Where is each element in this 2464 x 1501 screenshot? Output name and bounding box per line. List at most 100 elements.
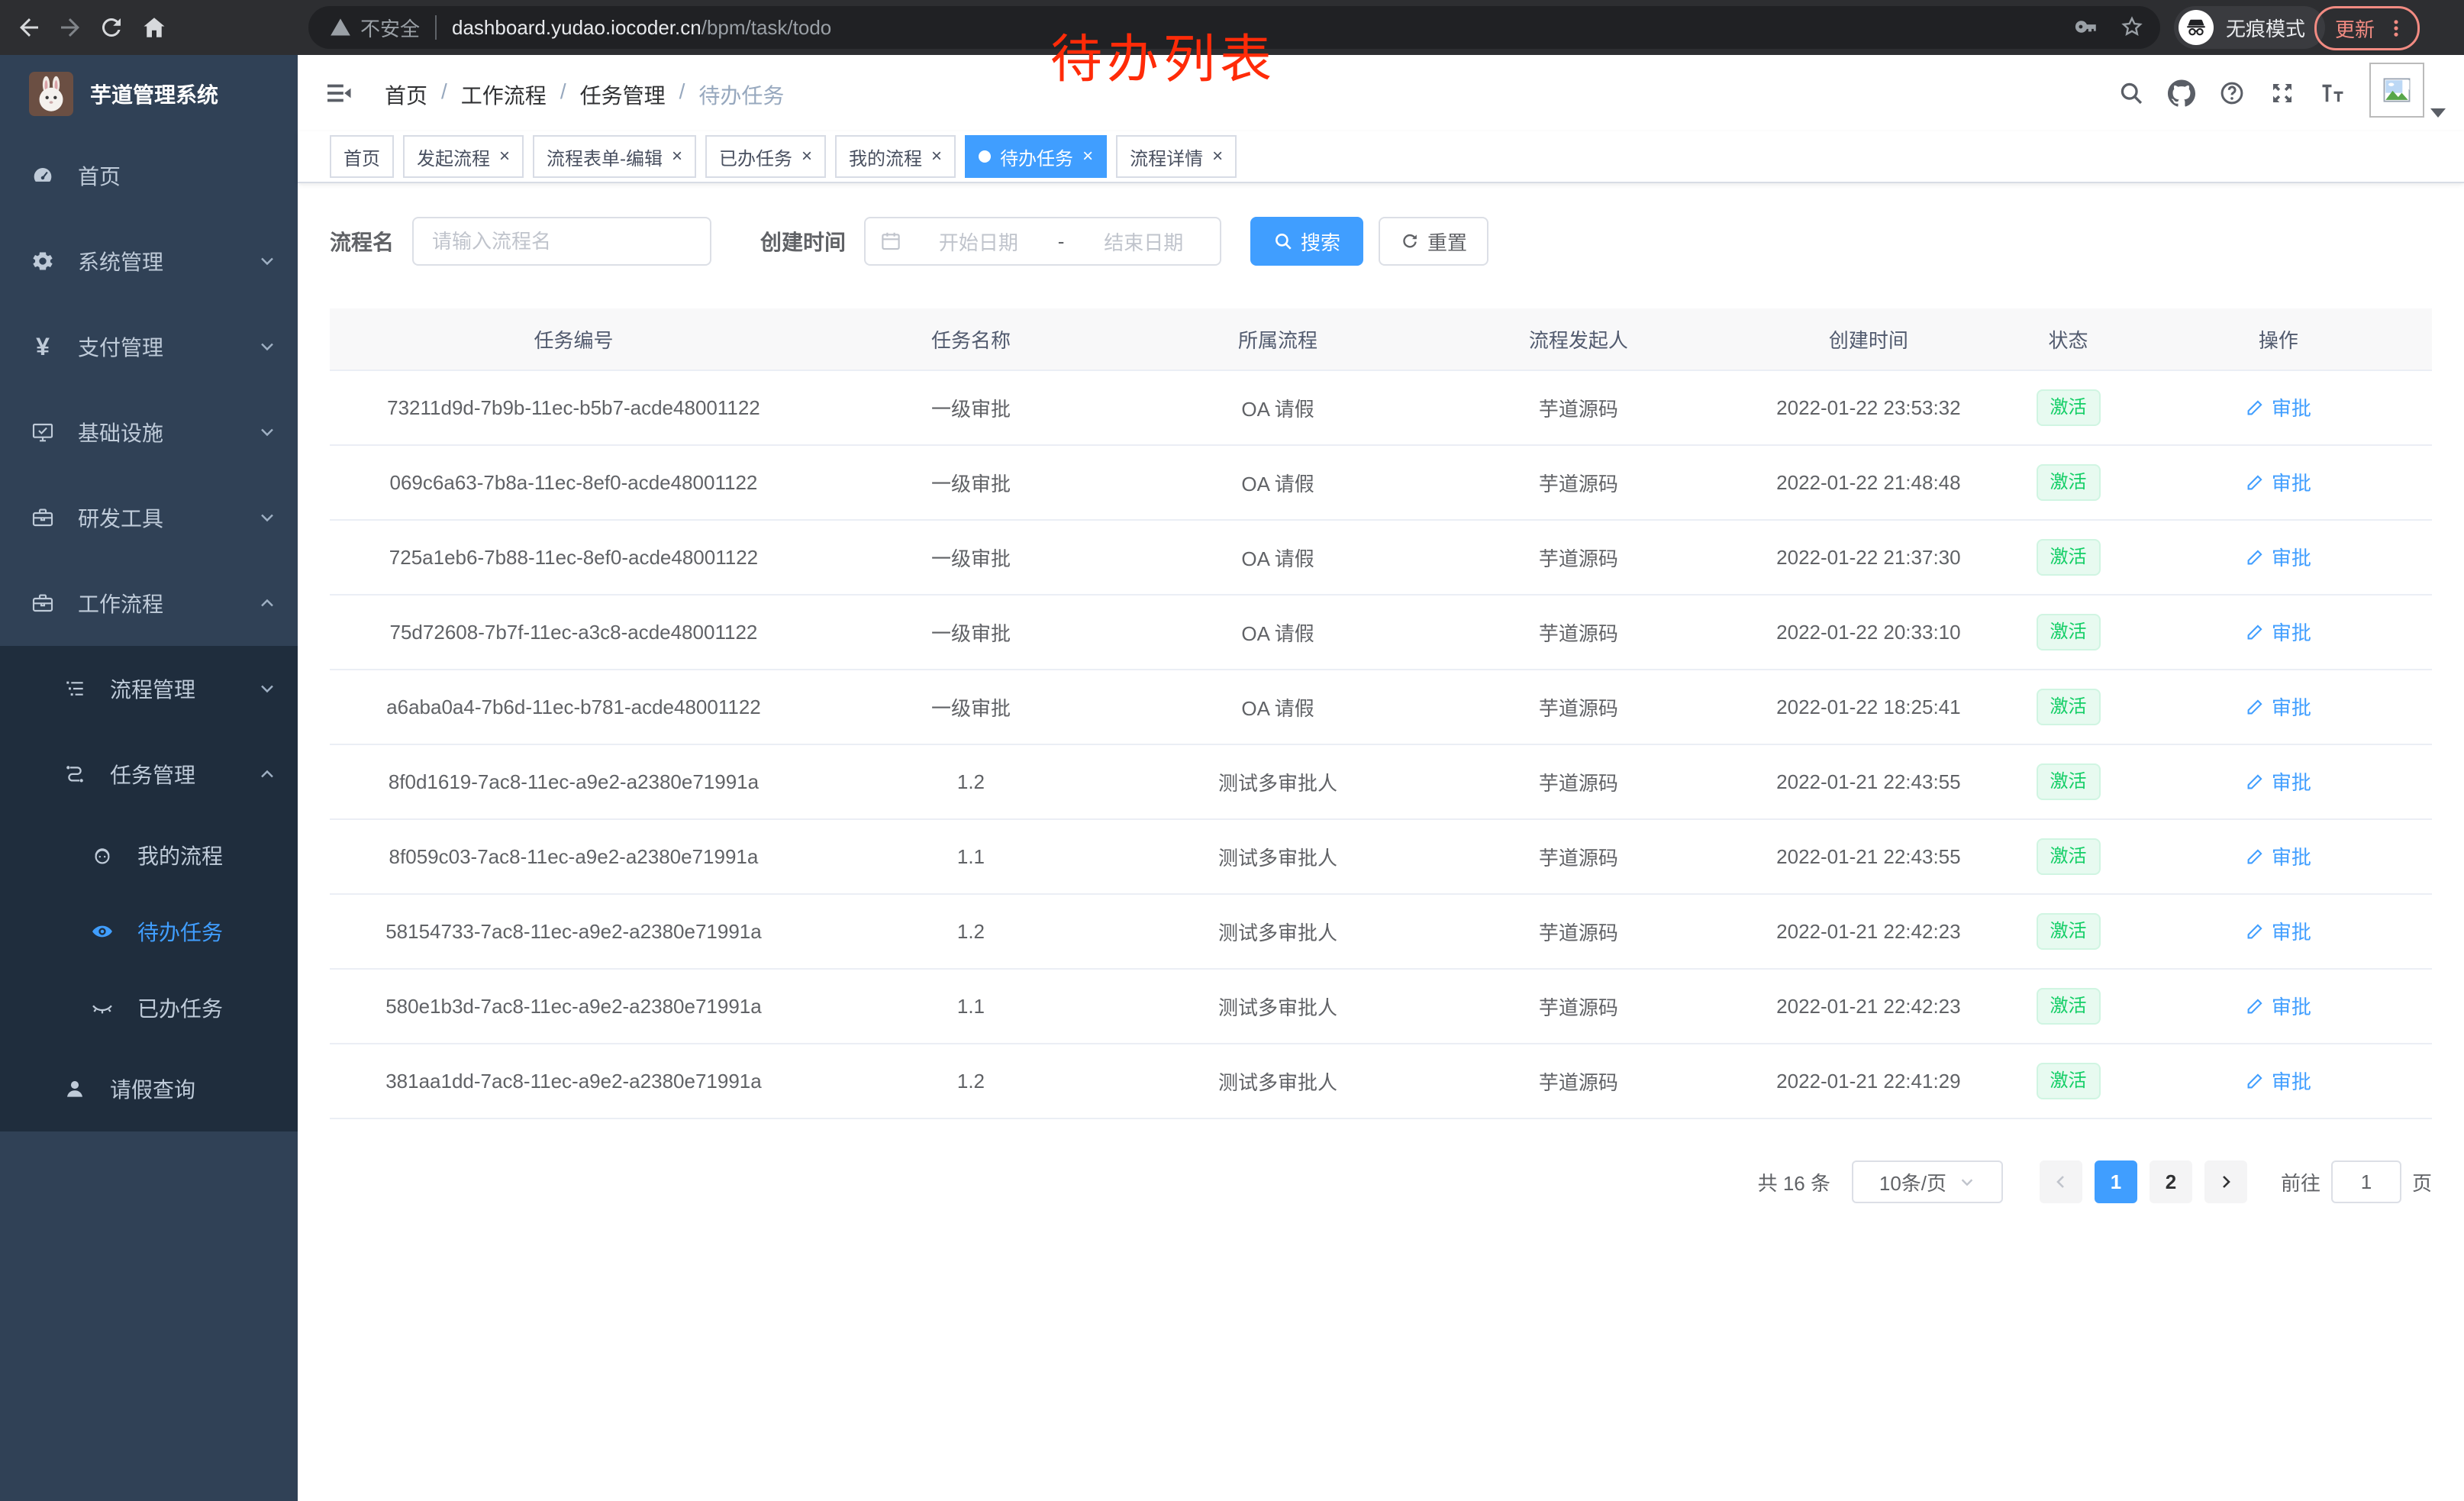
approve-link[interactable]: 审批 [2246,992,2311,1020]
breadcrumb-home[interactable]: 首页 [385,79,427,110]
breadcrumb-task-mgmt[interactable]: 任务管理 [580,79,666,110]
sidebar-item-task-mgmt[interactable]: 任务管理 [0,731,298,817]
table-row: 58154733-7ac8-11ec-a9e2-a2380e71991a 1.2… [330,894,2432,969]
sidebar-item-process-mgmt[interactable]: 流程管理 [0,646,298,731]
process-name-input[interactable] [412,217,711,266]
key-icon[interactable] [2073,14,2099,40]
tab-todo-tasks[interactable]: 待办任务× [965,135,1107,178]
edit-icon [2246,846,2266,866]
sidebar-item-label: 研发工具 [78,502,163,533]
browser-reload-icon[interactable] [98,14,125,41]
create-time: 2022-01-22 18:25:41 [1726,670,2012,744]
tab-process-detail[interactable]: 流程详情× [1116,135,1237,178]
fullscreen-icon[interactable] [2269,79,2296,107]
font-size-icon[interactable] [2319,79,2346,107]
page-size-select[interactable]: 10条/页 [1852,1160,2003,1203]
process: OA 请假 [1124,445,1431,520]
status-badge: 激活 [2037,988,2101,1025]
sidebar-item-my-process[interactable]: 我的流程 [0,817,298,893]
sidebar-item-home[interactable]: 首页 [0,133,298,218]
tab-my-process[interactable]: 我的流程× [835,135,956,178]
approve-link[interactable]: 审批 [2246,543,2311,571]
gear-icon [31,249,55,273]
tab-done-tasks[interactable]: 已办任务× [705,135,826,178]
prev-page-button[interactable] [2040,1160,2082,1203]
process: 测试多审批人 [1124,744,1431,819]
approve-link[interactable]: 审批 [2246,618,2311,646]
approve-link[interactable]: 审批 [2246,393,2311,421]
table-row: 75d72608-7b7f-11ec-a3c8-acde48001122 一级审… [330,595,2432,670]
date-range-picker[interactable]: 开始日期 - 结束日期 [864,217,1221,266]
approve-link[interactable]: 审批 [2246,917,2311,945]
github-icon[interactable] [2168,79,2195,107]
tab-home[interactable]: 首页 [330,135,394,178]
tab-start-process[interactable]: 发起流程× [403,135,524,178]
browser-menu-icon[interactable] [2385,18,2407,39]
task-name: 一级审批 [818,370,1124,445]
browser-forward-icon[interactable] [56,14,84,41]
pagination: 共 16 条 10条/页 1 2 [330,1160,2432,1203]
flow-icon [63,762,87,786]
initiator: 芋道源码 [1431,370,1726,445]
avatar[interactable] [2369,63,2424,118]
person-icon [63,1077,87,1101]
column-header: 所属流程 [1124,308,1431,370]
goto-page-input[interactable] [2331,1160,2401,1203]
approve-link[interactable]: 审批 [2246,767,2311,796]
tab-form-edit[interactable]: 流程表单-编辑× [533,135,696,178]
sidebar-item-infra[interactable]: 基础设施 [0,389,298,475]
task-name: 1.1 [818,819,1124,894]
app-logo-row[interactable]: 芋道管理系统 [0,55,298,133]
sidebar-item-dev-tools[interactable]: 研发工具 [0,475,298,560]
help-icon[interactable] [2218,79,2246,107]
browser-home-icon[interactable] [140,14,168,41]
browser-update-button[interactable]: 更新 [2314,6,2420,50]
page-button-1[interactable]: 1 [2095,1160,2137,1203]
process-name-label: 流程名 [330,226,394,257]
breadcrumb-workflow[interactable]: 工作流程 [461,79,547,110]
create-time: 2022-01-21 22:42:23 [1726,969,2012,1044]
close-icon[interactable]: × [672,147,682,166]
reset-button[interactable]: 重置 [1379,217,1488,266]
approve-link[interactable]: 审批 [2246,692,2311,721]
sidebar-collapse-icon[interactable] [324,78,354,108]
sidebar-item-done-tasks[interactable]: 已办任务 [0,970,298,1046]
chevron-down-icon[interactable] [2430,108,2446,118]
close-icon[interactable]: × [499,147,510,166]
search-icon[interactable] [2117,79,2145,107]
task-id: a6aba0a4-7b6d-11ec-b781-acde48001122 [330,670,818,744]
refresh-icon [1400,231,1420,251]
sidebar-item-todo-tasks[interactable]: 待办任务 [0,893,298,970]
page-button-2[interactable]: 2 [2150,1160,2192,1203]
next-page-button[interactable] [2204,1160,2247,1203]
app-logo [29,72,73,116]
bookmark-star-icon[interactable] [2119,14,2145,40]
close-icon[interactable]: × [1082,147,1093,166]
initiator: 芋道源码 [1431,520,1726,595]
sidebar-item-label: 我的流程 [137,840,223,870]
sidebar-item-payment[interactable]: ¥ 支付管理 [0,304,298,389]
sidebar-item-leave-query[interactable]: 请假查询 [0,1046,298,1131]
sidebar-item-workflow[interactable]: 工作流程 [0,560,298,646]
close-icon[interactable]: × [1212,147,1223,166]
close-icon[interactable]: × [931,147,942,166]
approve-link[interactable]: 审批 [2246,842,2311,870]
close-icon[interactable]: × [801,147,812,166]
divider [435,15,437,40]
create-time: 2022-01-21 22:43:55 [1726,744,2012,819]
task-name: 1.1 [818,969,1124,1044]
browser-back-icon[interactable] [15,14,43,41]
column-header: 任务编号 [330,308,818,370]
task-name: 1.2 [818,894,1124,969]
approve-link[interactable]: 审批 [2246,1067,2311,1095]
initiator: 芋道源码 [1431,670,1726,744]
sidebar-item-system[interactable]: 系统管理 [0,218,298,304]
robot-icon [90,843,114,867]
task-id: 58154733-7ac8-11ec-a9e2-a2380e71991a [330,894,818,969]
not-secure-icon [330,17,351,38]
not-secure-label: 不安全 [360,14,420,42]
initiator: 芋道源码 [1431,744,1726,819]
column-header: 创建时间 [1726,308,2012,370]
approve-link[interactable]: 审批 [2246,468,2311,496]
search-button[interactable]: 搜索 [1250,217,1363,266]
